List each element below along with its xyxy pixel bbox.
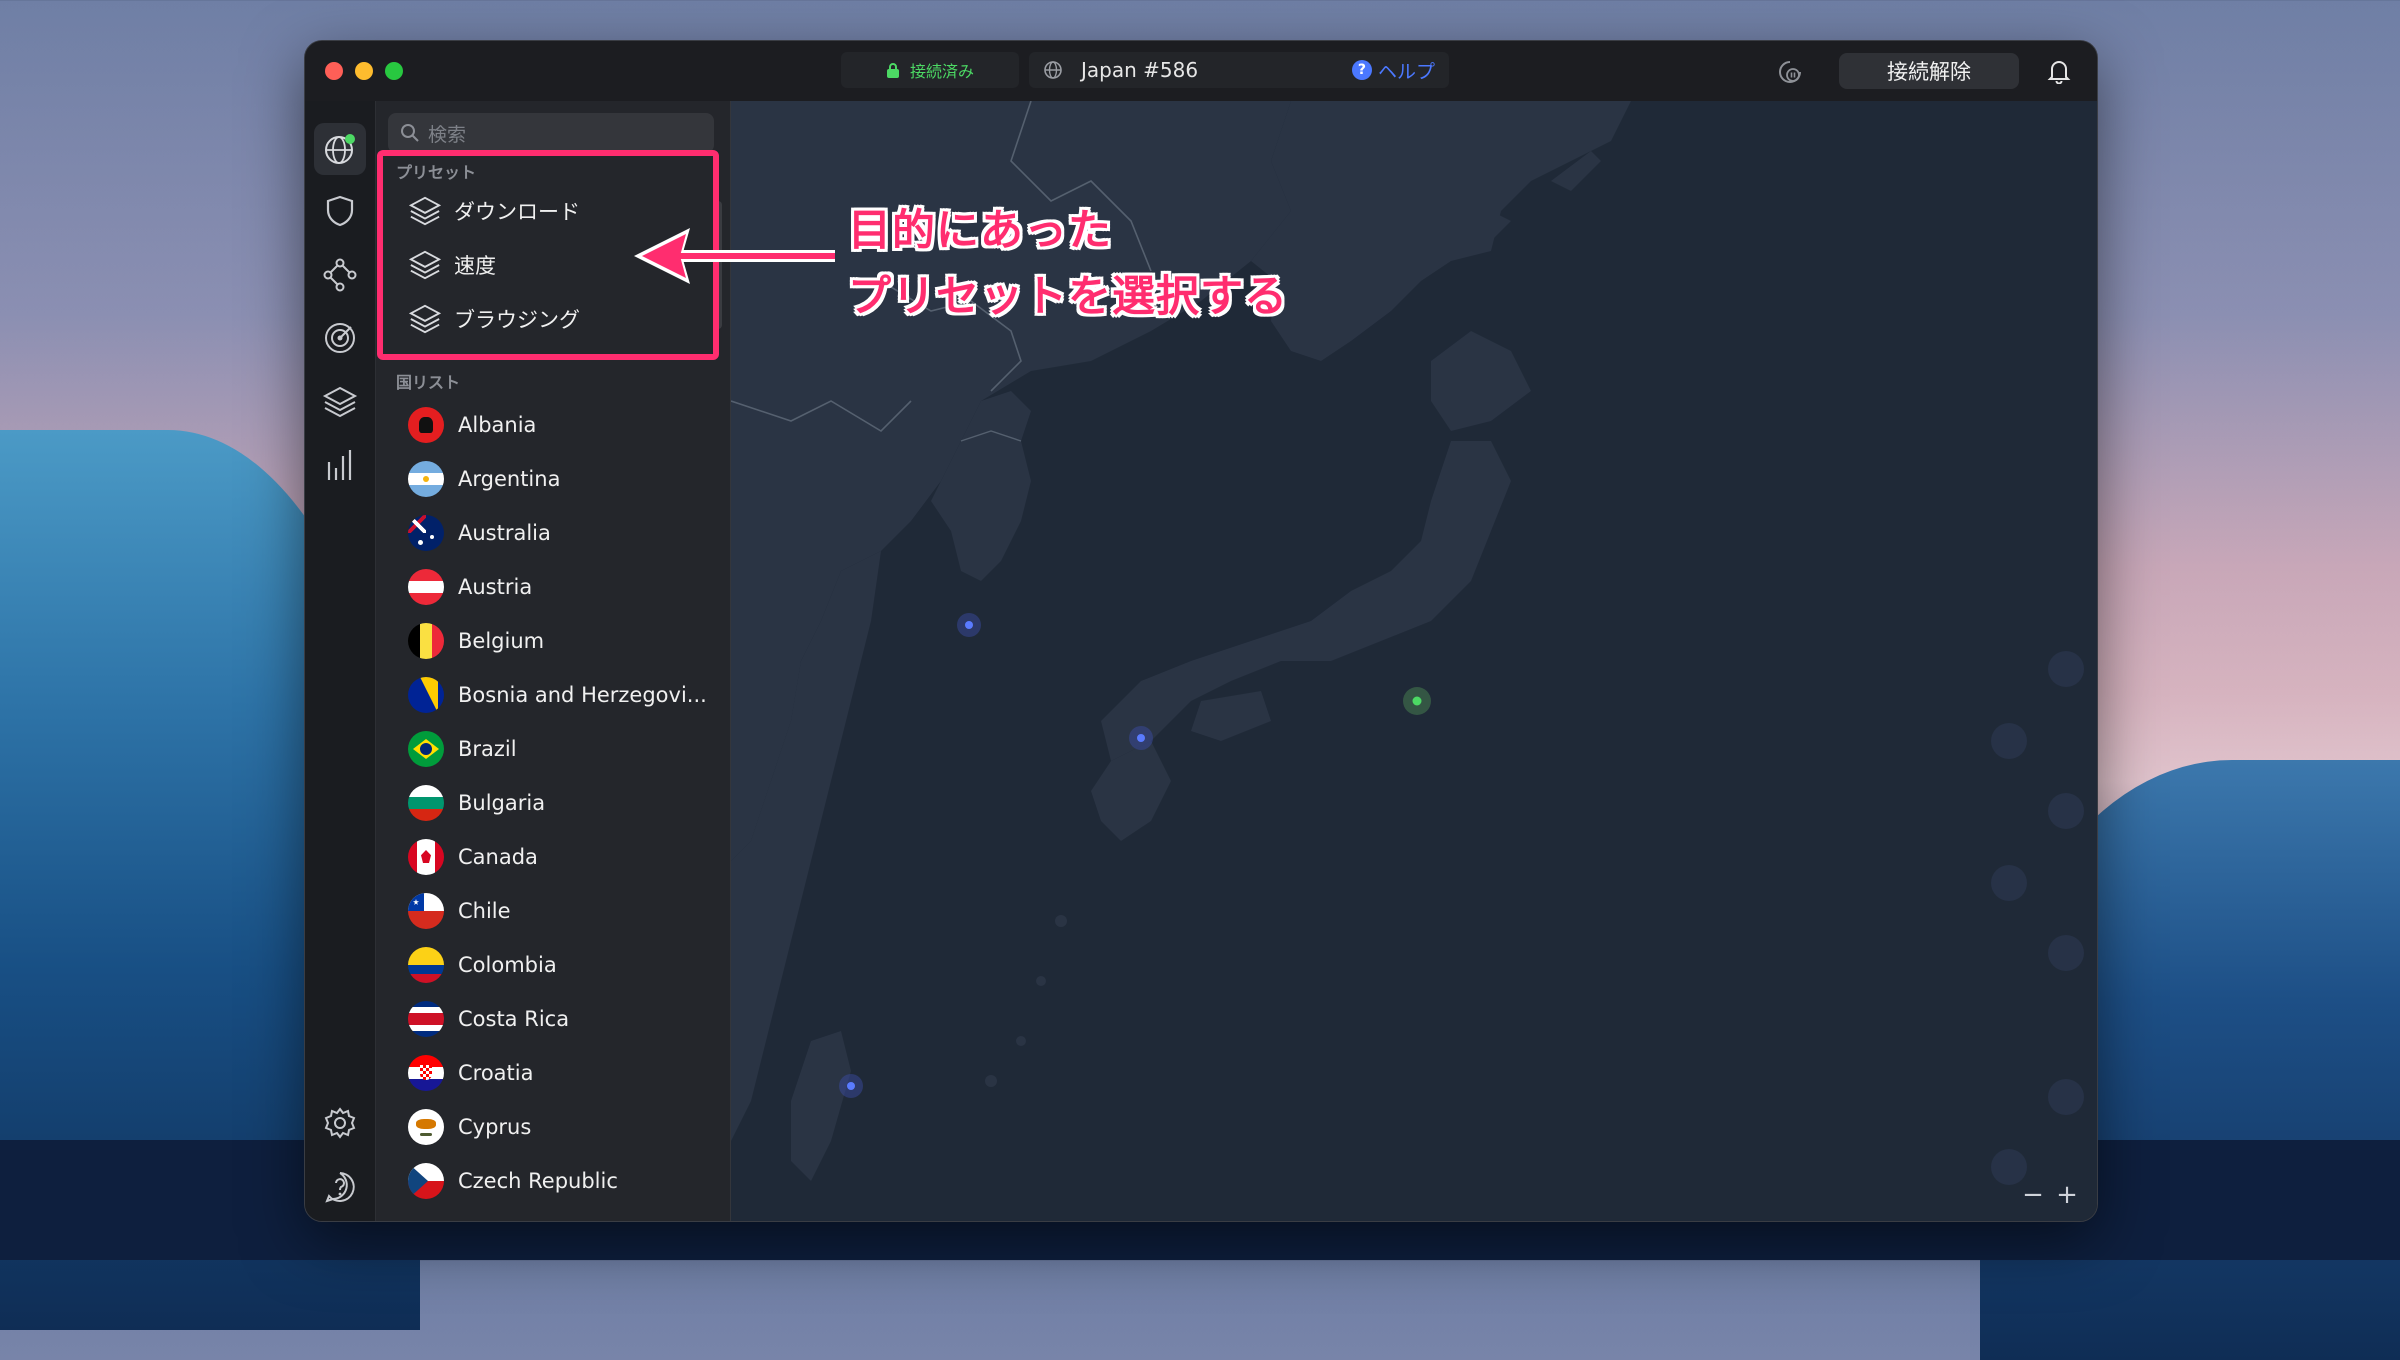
- country-item-australia[interactable]: Australia: [408, 506, 551, 560]
- rail-settings-button[interactable]: [314, 1097, 366, 1149]
- zoom-in-button[interactable]: +: [2053, 1180, 2081, 1210]
- country-item-brazil[interactable]: Brazil: [408, 722, 517, 776]
- rail-presets-button[interactable]: [314, 376, 366, 428]
- target-icon: [325, 323, 355, 353]
- rail-stats-button[interactable]: [314, 439, 366, 491]
- rail-help-button[interactable]: [314, 1161, 366, 1213]
- country-item-czech-republic[interactable]: Czech Republic: [408, 1154, 618, 1208]
- annotation-line-2: プリセットを選択する: [848, 272, 1288, 322]
- globe-small-icon: [1044, 61, 1062, 79]
- flag-cyprus-icon: [408, 1109, 444, 1145]
- country-item-colombia[interactable]: Colombia: [408, 938, 557, 992]
- rail-dark-web-monitor-button[interactable]: [314, 312, 366, 364]
- flag-belgium-icon: [408, 623, 444, 659]
- country-item-austria[interactable]: Austria: [408, 560, 532, 614]
- gear-icon: [324, 1107, 356, 1139]
- globe-icon: [325, 134, 355, 164]
- status-text: 接続済み: [909, 62, 974, 81]
- zoom-window-button[interactable]: [385, 62, 403, 80]
- stats-icon: [327, 450, 352, 480]
- country-name: Canada: [458, 845, 538, 869]
- flag-czech-icon: [408, 1163, 444, 1199]
- pause-icon[interactable]: [1777, 59, 1803, 85]
- search-input[interactable]: 検索: [388, 113, 714, 153]
- flag-canada-icon: [408, 839, 444, 875]
- country-name: Albania: [458, 413, 537, 437]
- meshnet-icon: [323, 258, 357, 292]
- countries-section-label: 国リスト: [396, 373, 461, 392]
- country-name: Czech Republic: [458, 1169, 618, 1193]
- search-placeholder: 検索: [428, 123, 467, 146]
- flag-argentina-icon: [408, 461, 444, 497]
- help-icon: [325, 1172, 355, 1203]
- country-item-bulgaria[interactable]: Bulgaria: [408, 776, 545, 830]
- server-display[interactable]: Japan #586 ? ヘルプ: [1029, 52, 1449, 88]
- annotation-arrow: [634, 228, 835, 284]
- flag-colombia-icon: [408, 947, 444, 983]
- country-item-belgium[interactable]: Belgium: [408, 614, 544, 668]
- help-circle-icon: ?: [1351, 60, 1372, 80]
- country-name: Bosnia and Herzegovi...: [458, 683, 707, 707]
- country-item-canada[interactable]: Canada: [408, 830, 538, 884]
- nav-rail: [305, 101, 376, 1221]
- server-name: Japan #586: [1081, 58, 1199, 82]
- annotation-line-1: 目的にあった: [848, 206, 1112, 256]
- country-item-chile[interactable]: Chile: [408, 884, 511, 938]
- help-link[interactable]: ? ヘルプ: [1351, 57, 1435, 84]
- flag-bosnia-icon: [408, 677, 444, 713]
- zoom-out-button[interactable]: −: [2019, 1180, 2047, 1210]
- flag-chile-icon: [408, 893, 444, 929]
- bell-icon[interactable]: [2047, 58, 2071, 84]
- rail-threat-protection-button[interactable]: [314, 185, 366, 237]
- title-bar: 接続済み Japan #586 ? ヘルプ 接続解除: [305, 41, 2097, 102]
- connection-status: 接続済み: [841, 52, 1019, 88]
- flag-costa-rica-icon: [408, 1001, 444, 1037]
- rail-globe-button[interactable]: [314, 123, 366, 175]
- layers-icon: [322, 386, 358, 418]
- lock-icon: [886, 63, 899, 78]
- rail-meshnet-button[interactable]: [314, 249, 366, 301]
- country-name: Chile: [458, 899, 511, 923]
- flag-albania-icon: [408, 407, 444, 443]
- country-item-cyprus[interactable]: Cyprus: [408, 1100, 531, 1154]
- country-item-costa-rica[interactable]: Costa Rica: [408, 992, 569, 1046]
- country-name: Costa Rica: [458, 1007, 570, 1031]
- country-name: Colombia: [458, 953, 557, 977]
- country-name: Brazil: [458, 737, 517, 761]
- country-item-bosnia[interactable]: Bosnia and Herzegovi...: [408, 668, 707, 722]
- flag-austria-icon: [408, 569, 444, 605]
- country-name: Austria: [458, 575, 533, 599]
- country-name: Belgium: [458, 629, 545, 653]
- country-item-argentina[interactable]: Argentina: [408, 452, 560, 506]
- country-name: Bulgaria: [458, 791, 546, 815]
- help-label: ヘルプ: [1377, 60, 1435, 83]
- country-item-croatia[interactable]: Croatia: [408, 1046, 534, 1100]
- flag-australia-icon: [408, 515, 444, 551]
- map-zoom-controls: − +: [2019, 1180, 2081, 1210]
- flag-bulgaria-icon: [408, 785, 444, 821]
- country-item-albania[interactable]: Albania: [408, 398, 536, 452]
- disconnect-button[interactable]: 接続解除: [1839, 53, 2019, 89]
- country-name: Argentina: [458, 467, 561, 491]
- flag-brazil-icon: [408, 731, 444, 767]
- country-name: Croatia: [458, 1061, 534, 1085]
- country-name: Australia: [458, 521, 551, 545]
- shield-icon: [326, 195, 354, 227]
- flag-croatia-icon: [408, 1055, 444, 1091]
- close-window-button[interactable]: [325, 62, 343, 80]
- country-name: Cyprus: [458, 1115, 532, 1139]
- search-icon: [401, 124, 419, 142]
- minimize-window-button[interactable]: [355, 62, 373, 80]
